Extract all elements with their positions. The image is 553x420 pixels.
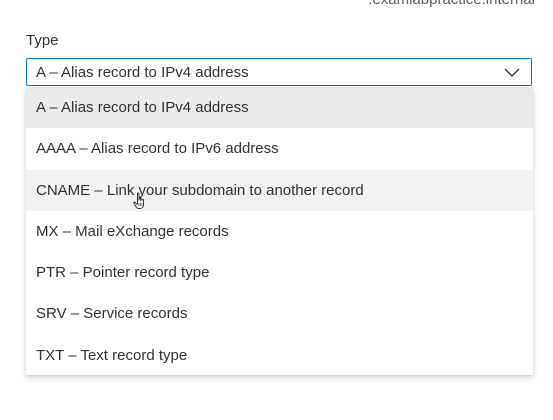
- option-cname[interactable]: CNAME – Link your subdomain to another r…: [26, 169, 533, 211]
- type-dropdown[interactable]: A – Alias record to IPv4 address: [26, 58, 532, 86]
- option-aaaa[interactable]: AAAA – Alias record to IPv6 address: [26, 128, 533, 169]
- type-selected-value: A – Alias record to IPv4 address: [36, 64, 249, 81]
- option-a[interactable]: A – Alias record to IPv4 address: [26, 87, 533, 129]
- chevron-down-icon: [504, 68, 520, 77]
- zone-suffix-text: .examlabpractice.internal: [368, 0, 535, 8]
- record-set-form: .examlabpractice.internal Type A – Alias…: [0, 0, 553, 420]
- option-mx[interactable]: MX – Mail eXchange records: [26, 211, 533, 252]
- type-label: Type: [26, 32, 59, 49]
- hand-pointer-cursor-icon: [133, 192, 144, 209]
- type-options-list: A – Alias record to IPv4 address AAAA – …: [26, 87, 533, 375]
- option-ptr[interactable]: PTR – Pointer record type: [26, 252, 533, 293]
- option-srv[interactable]: SRV – Service records: [26, 293, 533, 334]
- option-txt[interactable]: TXT – Text record type: [26, 335, 533, 376]
